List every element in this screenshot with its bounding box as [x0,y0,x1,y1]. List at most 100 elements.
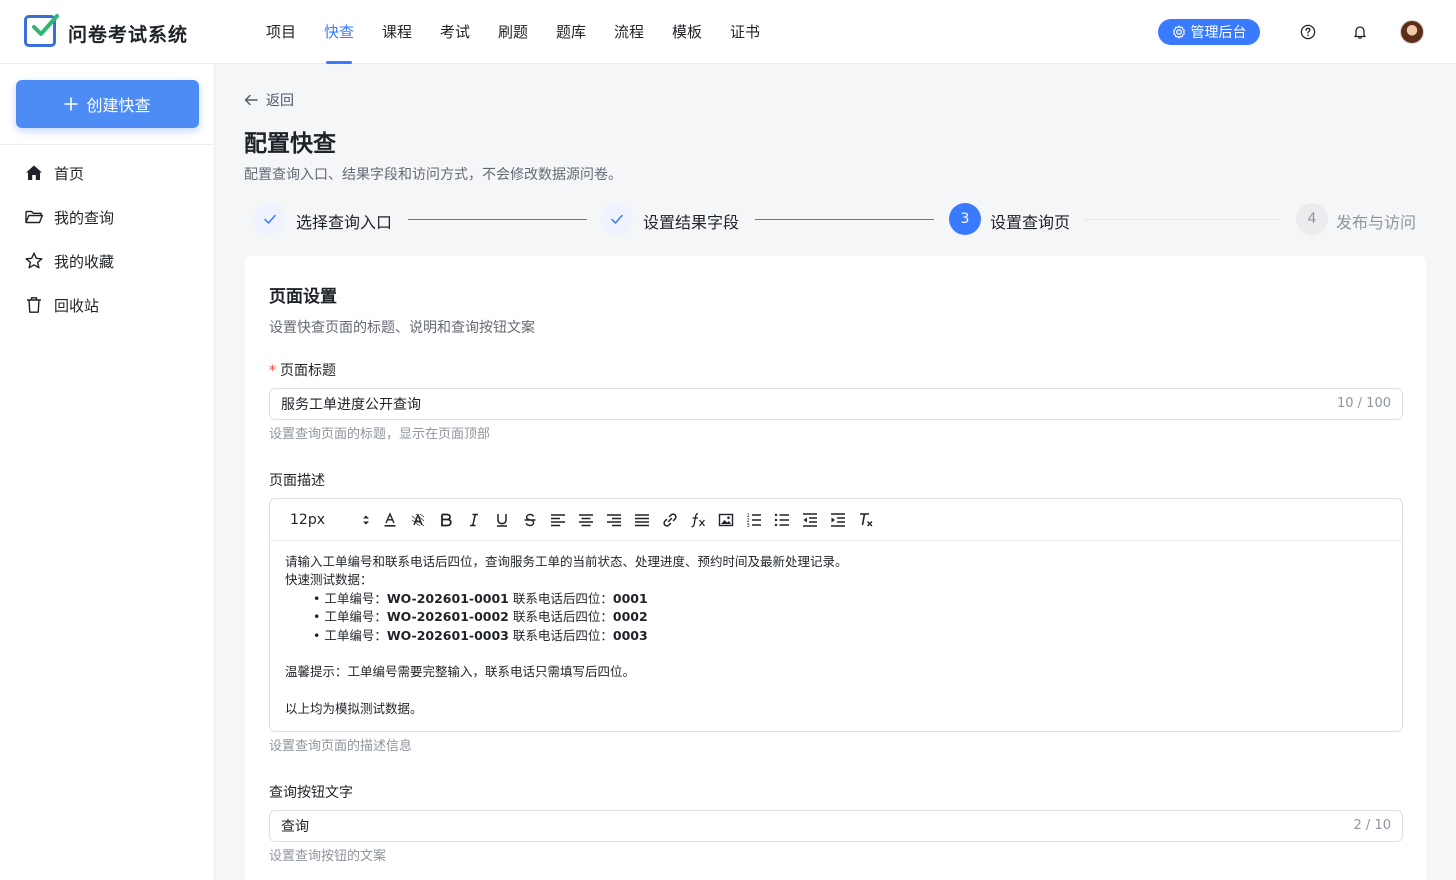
step-4-number: 4 [1296,203,1328,235]
step-4-label[interactable]: 发布与访问 [1336,209,1416,233]
admin-console-label: 管理后台 [1190,25,1247,41]
help-icon[interactable] [1296,20,1320,44]
link-icon[interactable] [656,507,684,533]
query-button-text-input[interactable] [269,810,1403,842]
description-test-title: 快速测试数据： [285,572,373,588]
sidebar-item-label: 我的收藏 [54,252,115,271]
indent-icon[interactable] [824,507,852,533]
formula-icon[interactable] [684,507,712,533]
plus-icon [64,97,79,111]
step-1-check-icon [254,203,286,235]
query-button-char-count: 2 / 10 [1353,818,1391,833]
top-nav: 项目 快查 课程 考试 刷题 题库 流程 模板 证书 [252,0,774,64]
page-title: 配置快查 [244,131,336,157]
align-left-icon[interactable] [544,507,572,533]
align-right-icon[interactable] [600,507,628,533]
bold-icon[interactable] [432,507,460,533]
step-2-check-icon [601,203,633,235]
app-logo-icon [24,14,59,47]
page-description-label: 页面描述 [269,473,325,489]
star-icon [25,252,43,269]
bullet-list-icon[interactable] [768,507,796,533]
strikethrough-icon[interactable] [516,507,544,533]
font-color-icon[interactable] [376,507,404,533]
svg-text:3: 3 [747,523,750,528]
sidebar-item-label: 我的查询 [54,208,115,227]
sidebar-item-favorites[interactable]: 我的收藏 [16,243,199,279]
ordered-list-icon[interactable]: 123 [740,507,768,533]
test-data-row-3: • 工单编号：WO-202601-0003 联系电话后四位：0003 [313,627,648,643]
step-1-label[interactable]: 选择查询入口 [296,209,392,233]
step-connector-2 [755,219,934,220]
arrow-left-icon [244,94,258,106]
sidebar: 创建快查 首页 我的查询 我的收藏 回收站 [0,64,215,880]
page-subtitle: 配置查询入口、结果字段和访问方式，不会修改数据源问卷。 [244,167,622,183]
align-center-icon[interactable] [572,507,600,533]
description-intro: 请输入工单编号和联系电话后四位，查询服务工单的当前状态、处理进度、预约时间及最新… [285,554,848,569]
query-button-text-label: 查询按钮文字 [269,785,353,801]
admin-console-button[interactable]: 管理后台 [1158,19,1260,45]
align-justify-icon[interactable] [628,507,656,533]
sidebar-item-label: 回收站 [54,296,100,315]
folder-icon [25,210,43,224]
page-title-char-count: 10 / 100 [1337,396,1391,411]
editor-content[interactable]: 请输入工单编号和联系电话后四位，查询服务工单的当前状态、处理进度、预约时间及最新… [270,541,1402,731]
create-quick-query-button[interactable]: 创建快查 [16,80,199,128]
section-subtitle: 设置快查页面的标题、说明和查询按钮文案 [269,320,535,336]
select-arrows-icon [363,515,369,524]
trash-icon [27,297,41,313]
nav-item-exam[interactable]: 考试 [426,0,484,64]
step-connector-1 [408,219,587,220]
underline-icon[interactable] [488,507,516,533]
step-3-label[interactable]: 设置查询页 [990,209,1070,233]
clear-format-icon[interactable] [852,507,880,533]
step-3-number: 3 [949,203,981,235]
checkmark-icon [32,14,59,36]
background-color-icon[interactable] [404,507,432,533]
nav-item-course[interactable]: 课程 [368,0,426,64]
back-label: 返回 [266,93,294,109]
editor-toolbar: 12px 123 [270,499,1402,541]
user-avatar[interactable] [1400,20,1424,44]
font-size-select[interactable]: 12px [284,507,376,533]
description-note: 以上均为模拟测试数据。 [285,701,423,717]
nav-item-practice[interactable]: 刷题 [484,0,542,64]
section-title: 页面设置 [269,287,337,307]
nav-item-certificate[interactable]: 证书 [716,0,774,64]
sidebar-item-my-queries[interactable]: 我的查询 [16,199,199,235]
step-2-label[interactable]: 设置结果字段 [643,209,739,233]
back-link[interactable]: 返回 [244,90,294,110]
image-icon[interactable] [712,507,740,533]
rich-text-editor: 12px 123 请输入工单编号和联系电话后四位，查询服务工单的当前状态、处理进… [269,498,1403,732]
step-connector-3 [1084,219,1280,220]
page-settings-card: 页面设置 设置快查页面的标题、说明和查询按钮文案 *页面标题 10 / 100 … [245,256,1426,880]
nav-item-quick-query[interactable]: 快查 [310,0,368,64]
italic-icon[interactable] [460,507,488,533]
query-button-text-help: 设置查询按钮的文案 [269,849,387,864]
page-title-field-label: * 页面标题 [269,360,336,380]
gear-icon [1172,25,1185,39]
sidebar-divider [0,144,215,145]
outdent-icon[interactable] [796,507,824,533]
top-header: 问卷考试系统 项目 快查 课程 考试 刷题 题库 流程 模板 证书 管理后台 [0,0,1456,64]
page-description-help: 设置查询页面的描述信息 [269,739,413,754]
required-mark: * [269,363,276,379]
create-quick-query-label: 创建快查 [86,96,151,115]
description-tip: 温馨提示：工单编号需要完整输入，联系电话只需填写后四位。 [285,664,636,680]
nav-item-question-bank[interactable]: 题库 [542,0,600,64]
sidebar-item-recycle-bin[interactable]: 回收站 [16,287,199,323]
bell-icon[interactable] [1348,20,1372,44]
page-title-label-text: 页面标题 [280,363,336,379]
page-title-input[interactable] [269,388,1403,420]
nav-item-project[interactable]: 项目 [252,0,310,64]
app-title: 问卷考试系统 [68,24,189,46]
sidebar-item-home[interactable]: 首页 [16,155,199,191]
home-icon [26,165,42,180]
steps-progress: 选择查询入口 设置结果字段 3 设置查询页 4 发布与访问 [254,202,1426,236]
nav-item-template[interactable]: 模板 [658,0,716,64]
nav-item-workflow[interactable]: 流程 [600,0,658,64]
font-size-value: 12px [290,511,325,528]
sidebar-item-label: 首页 [54,164,85,183]
